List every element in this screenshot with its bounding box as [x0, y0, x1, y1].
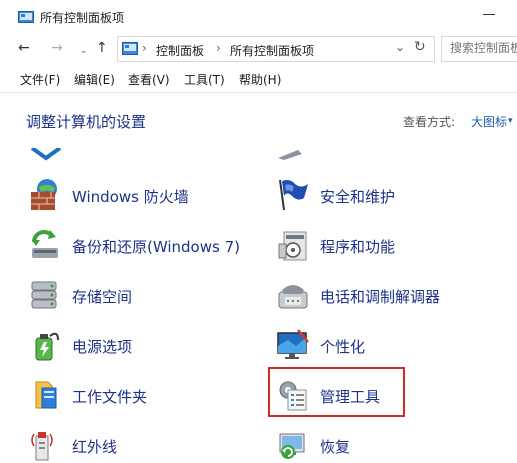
menu-help[interactable]: 帮助(H): [239, 71, 281, 88]
breadcrumb-all-items[interactable]: 所有控制面板项: [230, 42, 314, 59]
recent-locations-button[interactable]: ⌄: [80, 43, 88, 59]
recovery-icon: [279, 433, 305, 459]
item-label: 工作文件夹: [72, 388, 148, 406]
item-phone-modem[interactable]: 电话和调制解调器: [276, 278, 496, 318]
item-infrared[interactable]: 红外线: [28, 428, 228, 463]
menu-bar: 文件(F) 编辑(E) 查看(V) 工具(T) 帮助(H): [0, 68, 517, 90]
item-label: 电源选项: [72, 338, 133, 356]
menu-view[interactable]: 查看(V): [128, 71, 170, 88]
phone-modem-icon: [278, 285, 308, 309]
back-button[interactable]: ←: [18, 40, 30, 56]
item-label: 恢复: [320, 438, 351, 456]
storage-spaces-icon: [31, 281, 57, 309]
view-by-arrow-icon[interactable]: ▾: [508, 116, 513, 126]
item-work-folders[interactable]: 工作文件夹: [28, 378, 228, 418]
partial-item-icon: [30, 148, 62, 161]
partial-item-icon: [278, 150, 302, 160]
breadcrumb-separator: ›: [142, 41, 147, 55]
view-by-dropdown[interactable]: 大图标: [471, 113, 507, 130]
view-by-label: 查看方式:: [403, 115, 456, 129]
menu-tools[interactable]: 工具(T): [184, 71, 225, 88]
infrared-icon: [31, 432, 53, 461]
item-label: 存储空间: [72, 288, 133, 306]
control-panel-items: Windows 防火墙 安全和维护 备份和还原(Windows 7) 程序和功能: [0, 140, 517, 463]
breadcrumb-separator: ›: [216, 41, 221, 55]
item-label: 安全和维护: [320, 188, 396, 206]
item-label: 个性化: [320, 338, 366, 356]
up-button[interactable]: ↑: [96, 40, 108, 56]
search-box[interactable]: [441, 36, 517, 62]
menu-edit[interactable]: 编辑(E): [74, 71, 115, 88]
title-bar: 所有控制面板项: [0, 0, 517, 32]
refresh-icon[interactable]: ↻: [414, 39, 426, 55]
forward-button[interactable]: →: [51, 40, 63, 56]
search-input[interactable]: [450, 41, 517, 55]
work-folders-icon: [35, 381, 57, 409]
item-label: 备份和还原(Windows 7): [72, 238, 240, 256]
navigation-bar: ← → ⌄ ↑ › 控制面板 › 所有控制面板项 ⌄ ↻: [0, 34, 517, 64]
item-power-options[interactable]: 电源选项: [28, 328, 228, 368]
address-dropdown-icon[interactable]: ⌄: [395, 40, 405, 54]
item-recovery[interactable]: 恢复: [276, 428, 476, 463]
item-personalization[interactable]: 个性化: [276, 328, 476, 368]
menu-file[interactable]: 文件(F): [20, 71, 60, 88]
item-label: 红外线: [72, 438, 118, 456]
item-label: 电话和调制解调器: [320, 288, 441, 306]
item-backup-restore[interactable]: 备份和还原(Windows 7): [28, 228, 268, 268]
power-options-icon: [35, 332, 59, 361]
minimize-button[interactable]: [483, 14, 495, 15]
security-flag-icon: [279, 179, 308, 211]
page-title: 调整计算机的设置: [26, 113, 147, 131]
item-storage-spaces[interactable]: 存储空间: [28, 278, 228, 318]
item-programs-features[interactable]: 程序和功能: [276, 228, 476, 268]
address-bar[interactable]: › 控制面板 › 所有控制面板项 ⌄ ↻: [117, 36, 435, 62]
control-panel-app-icon: [18, 11, 34, 23]
firewall-icon: [31, 179, 57, 210]
item-label: Windows 防火墙: [72, 188, 189, 206]
menu-divider: [0, 92, 517, 93]
item-windows-firewall[interactable]: Windows 防火墙: [28, 178, 228, 218]
personalization-icon: [277, 329, 309, 359]
window-title: 所有控制面板项: [40, 11, 125, 25]
control-panel-icon: [122, 42, 138, 55]
programs-features-icon: [278, 231, 307, 261]
highlight-box: [268, 367, 405, 417]
item-label: 程序和功能: [320, 238, 396, 256]
backup-restore-icon: [32, 230, 58, 258]
item-security-maintenance[interactable]: 安全和维护: [276, 178, 476, 218]
breadcrumb-control-panel[interactable]: 控制面板: [156, 42, 204, 59]
